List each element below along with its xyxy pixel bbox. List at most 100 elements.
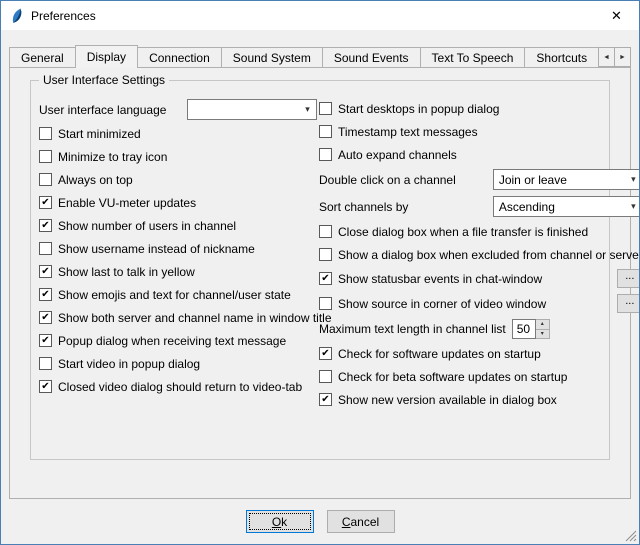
checkbox-label: Check for software updates on startup [338, 347, 541, 361]
checkbox-box[interactable] [319, 148, 332, 161]
spinner-up-button[interactable]: ▴ [536, 319, 550, 329]
video-source-options-button[interactable]: ... [617, 294, 640, 313]
settings-columns: User interface language ▾ Start minimize… [39, 97, 601, 411]
checkbox-label: Show username instead of nickname [58, 242, 255, 256]
checkbox-show-username[interactable]: Show username instead of nickname [39, 237, 317, 260]
tab-shortcuts[interactable]: Shortcuts [524, 47, 599, 67]
checkbox-last-talk-yellow[interactable]: ✔ Show last to talk in yellow [39, 260, 317, 283]
checkbox-label: Show new version available in dialog box [338, 393, 557, 407]
checkbox-update-check[interactable]: ✔ Check for software updates on startup [319, 342, 640, 365]
checkbox-box[interactable]: ✔ [319, 393, 332, 406]
dialog-buttons: Ok Cancel [1, 510, 639, 533]
double-click-dropdown[interactable]: Join or leave ▾ [493, 169, 640, 190]
checkbox-label: Always on top [58, 173, 133, 187]
max-text-length-value[interactable]: 50 [512, 319, 536, 339]
checkbox-vu-meter-updates[interactable]: ✔ Enable VU-meter updates [39, 191, 317, 214]
checkbox-video-popup[interactable]: Start video in popup dialog [39, 352, 317, 375]
tab-bar: General Display Connection Sound System … [9, 45, 631, 68]
checkbox-label: Check for beta software updates on start… [338, 370, 567, 384]
checkbox-label: Show number of users in channel [58, 219, 236, 233]
checkbox-label: Enable VU-meter updates [58, 196, 196, 210]
checkbox-box[interactable] [319, 248, 332, 261]
checkbox-always-on-top[interactable]: Always on top [39, 168, 317, 191]
language-dropdown[interactable]: ▾ [187, 99, 317, 120]
checkbox-server-channel-title[interactable]: ✔ Show both server and channel name in w… [39, 306, 317, 329]
checkbox-label: Minimize to tray icon [58, 150, 167, 164]
checkbox-box[interactable]: ✔ [319, 347, 332, 360]
checkbox-box[interactable]: ✔ [39, 380, 52, 393]
sort-channels-row: Sort channels by Ascending ▾ [319, 193, 640, 220]
tab-general[interactable]: General [9, 47, 76, 67]
language-label: User interface language [39, 103, 166, 117]
tab-scroll-left-button[interactable]: ◄ [598, 47, 615, 67]
tab-text-to-speech[interactable]: Text To Speech [420, 47, 526, 67]
tab-connection[interactable]: Connection [137, 47, 222, 67]
sort-channels-dropdown[interactable]: Ascending ▾ [493, 196, 640, 217]
close-button[interactable]: ✕ [594, 1, 639, 30]
checkbox-box[interactable]: ✔ [39, 311, 52, 324]
checkbox-box[interactable] [319, 225, 332, 238]
checkbox-auto-expand-channels[interactable]: Auto expand channels [319, 143, 640, 166]
checkbox-minimize-to-tray[interactable]: Minimize to tray icon [39, 145, 317, 168]
ok-button-label: Ok [272, 515, 287, 529]
checkbox-timestamp-messages[interactable]: Timestamp text messages [319, 120, 640, 143]
tab-display[interactable]: Display [75, 45, 138, 68]
tab-scroll-right-button[interactable]: ► [614, 47, 631, 67]
checkbox-label: Show emojis and text for channel/user st… [58, 288, 291, 302]
preferences-window: Preferences ✕ General Display Connection… [0, 0, 640, 545]
tab-scroll-control: ◄ ► [598, 47, 631, 67]
checkbox-box[interactable] [39, 242, 52, 255]
double-click-label: Double click on a channel [319, 173, 456, 187]
checkbox-box[interactable] [319, 125, 332, 138]
max-text-length-spinner[interactable]: 50 ▴ ▾ [512, 319, 550, 339]
checkbox-video-return-tab[interactable]: ✔ Closed video dialog should return to v… [39, 375, 317, 398]
checkbox-statusbar-events[interactable]: ✔ [319, 272, 332, 285]
group-title: User Interface Settings [39, 73, 169, 87]
tab-sound-events[interactable]: Sound Events [322, 47, 421, 67]
ok-button[interactable]: Ok [246, 510, 314, 533]
cancel-button[interactable]: Cancel [327, 510, 395, 533]
checkbox-box[interactable] [39, 127, 52, 140]
checkbox-show-user-count[interactable]: ✔ Show number of users in channel [39, 214, 317, 237]
checkbox-box[interactable]: ✔ [39, 219, 52, 232]
checkbox-box[interactable] [319, 370, 332, 383]
cancel-button-label: Cancel [342, 515, 379, 529]
resize-grip[interactable] [625, 530, 637, 542]
checkbox-popup-text-message[interactable]: ✔ Popup dialog when receiving text messa… [39, 329, 317, 352]
chevron-down-icon: ▾ [625, 174, 640, 185]
tab-sound-system[interactable]: Sound System [221, 47, 323, 67]
checkbox-label: Show both server and channel name in win… [58, 311, 332, 325]
checkbox-video-source-corner[interactable] [319, 297, 332, 310]
checkbox-box[interactable]: ✔ [39, 265, 52, 278]
checkbox-label: Close dialog box when a file transfer is… [338, 225, 588, 239]
checkbox-box[interactable] [319, 102, 332, 115]
checkbox-box[interactable]: ✔ [39, 334, 52, 347]
checkbox-start-minimized[interactable]: Start minimized [39, 122, 317, 145]
checkbox-box[interactable]: ✔ [39, 288, 52, 301]
checkbox-desktops-popup[interactable]: Start desktops in popup dialog [319, 97, 640, 120]
checkbox-label: Timestamp text messages [338, 125, 478, 139]
chevron-down-icon: ▾ [625, 201, 640, 212]
spinner-down-button[interactable]: ▾ [536, 329, 550, 340]
checkbox-new-version-dialog[interactable]: ✔ Show new version available in dialog b… [319, 388, 640, 411]
checkbox-box[interactable]: ✔ [39, 196, 52, 209]
language-row: User interface language ▾ [39, 97, 317, 122]
video-source-row: Show source in corner of video window ..… [319, 291, 640, 316]
double-click-value: Join or leave [499, 173, 567, 187]
checkbox-box[interactable] [39, 150, 52, 163]
checkbox-excluded-dialog[interactable]: Show a dialog box when excluded from cha… [319, 243, 640, 266]
sort-channels-value: Ascending [499, 200, 555, 214]
checkbox-label: Auto expand channels [338, 148, 457, 162]
app-icon [9, 8, 25, 24]
checkbox-beta-update-check[interactable]: Check for beta software updates on start… [319, 365, 640, 388]
max-text-length-label: Maximum text length in channel list [319, 322, 506, 336]
statusbar-events-options-button[interactable]: ... [617, 269, 640, 288]
checkbox-label: Show source in corner of video window [338, 297, 546, 311]
checkbox-label: Start minimized [58, 127, 141, 141]
checkbox-label: Show last to talk in yellow [58, 265, 195, 279]
checkbox-box[interactable] [39, 357, 52, 370]
checkbox-close-on-transfer[interactable]: Close dialog box when a file transfer is… [319, 220, 640, 243]
statusbar-events-row: ✔ Show statusbar events in chat-window .… [319, 266, 640, 291]
checkbox-box[interactable] [39, 173, 52, 186]
checkbox-emojis-text-state[interactable]: ✔ Show emojis and text for channel/user … [39, 283, 317, 306]
